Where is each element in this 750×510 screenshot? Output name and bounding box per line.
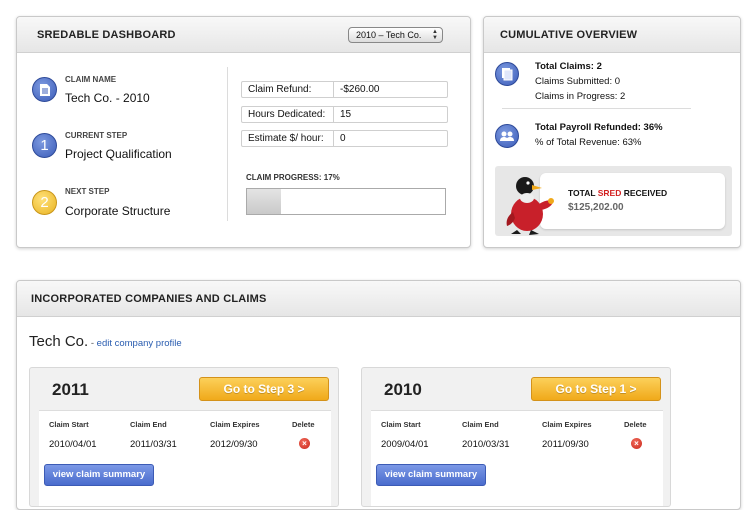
field-label: Claim Refund: — [248, 84, 312, 95]
view-claim-summary-button[interactable]: view claim summary — [376, 464, 486, 486]
column-header: Claim Start — [381, 420, 421, 429]
claim-progress-fill — [247, 189, 281, 214]
claim-expires: 2011/09/30 — [542, 439, 589, 450]
next-step-label: NEXT STEP — [65, 187, 110, 196]
claim-card: 2010 Go to Step 1 > Claim Start Claim En… — [361, 367, 671, 507]
dashboard-title: SREDABLE DASHBOARD — [37, 29, 176, 41]
payroll-refunded: Total Payroll Refunded: 36% — [535, 122, 663, 133]
claim-progress-label: CLAIM PROGRESS: 17% — [246, 173, 340, 182]
penguin-mascot — [506, 177, 554, 235]
chevron-updown-icon: ▲ ▼ — [432, 29, 438, 41]
step-number-icon: 2 — [32, 190, 57, 215]
column-header: Claim Expires — [210, 420, 260, 429]
go-to-step-button[interactable]: Go to Step 3 > — [199, 377, 329, 401]
column-header: Claim End — [462, 420, 499, 429]
sred-received-title: TOTAL SRED RECEIVED — [568, 188, 668, 198]
delete-icon[interactable]: × — [631, 438, 642, 449]
claim-name-label: CLAIM NAME — [65, 75, 117, 84]
sred-received-box: TOTAL SRED RECEIVED $125,202.00 — [495, 166, 732, 236]
field-label: Hours Dedicated: — [248, 109, 326, 120]
claim-expires: 2012/09/30 — [210, 439, 258, 450]
divider — [502, 108, 691, 109]
claim-card: 2011 Go to Step 3 > Claim Start Claim En… — [29, 367, 339, 507]
step-number-icon: 1 — [32, 133, 57, 158]
claim-details: Claim Start Claim End Claim Expires Dele… — [371, 410, 663, 506]
divider — [227, 67, 228, 221]
claim-progress-bar — [246, 188, 446, 215]
current-step-label: CURRENT STEP — [65, 131, 128, 140]
next-step: Corporate Structure — [65, 204, 171, 218]
hours-dedicated-field: Hours Dedicated: 15 — [241, 106, 448, 123]
claim-end: 2010/03/31 — [462, 439, 510, 450]
cumulative-overview-panel: CUMULATIVE OVERVIEW Total Claims: 2 Clai… — [483, 16, 741, 248]
claims-in-progress: Claims in Progress: 2 — [535, 91, 626, 102]
column-header: Claim Expires — [542, 420, 592, 429]
pct-total-revenue: % of Total Revenue: 63% — [535, 137, 642, 148]
claim-refund-field: Claim Refund: -$260.00 — [241, 81, 448, 98]
companies-header: INCORPORATED COMPANIES AND CLAIMS — [17, 281, 740, 317]
claim-select[interactable]: 2010 – Tech Co. ▲ ▼ — [348, 27, 443, 43]
sred-received-amount: $125,202.00 — [568, 202, 624, 213]
company-name: Tech Co. — [29, 333, 89, 350]
overview-title: CUMULATIVE OVERVIEW — [500, 29, 638, 41]
edit-company-profile-link[interactable]: edit company profile — [97, 338, 182, 349]
total-claims: Total Claims: 2 — [535, 61, 602, 72]
claim-name: Tech Co. - 2010 — [65, 91, 150, 105]
claim-details: Claim Start Claim End Claim Expires Dele… — [39, 410, 331, 506]
group-icon — [495, 124, 519, 148]
sred-received-card: TOTAL SRED RECEIVED $125,202.00 — [540, 173, 725, 229]
field-value: -$260.00 — [340, 84, 380, 95]
estimate-hour-field: Estimate $/ hour: 0 — [241, 130, 448, 147]
column-header: Delete — [292, 420, 315, 429]
field-label: Estimate $/ hour: — [248, 133, 324, 144]
column-header: Claim Start — [49, 420, 89, 429]
claim-select-value: 2010 – Tech Co. — [356, 30, 422, 40]
claim-year: 2010 — [384, 380, 422, 399]
current-step: Project Qualification — [65, 147, 172, 161]
claim-start: 2009/04/01 — [381, 439, 429, 450]
company-heading: Tech Co. - edit company profile — [29, 333, 182, 350]
column-header: Claim End — [130, 420, 167, 429]
column-header: Delete — [624, 420, 647, 429]
delete-icon[interactable]: × — [299, 438, 310, 449]
dashboard-panel: SREDABLE DASHBOARD 2010 – Tech Co. ▲ ▼ CL… — [16, 16, 471, 248]
field-value: 0 — [340, 133, 346, 144]
documents-icon — [495, 62, 519, 86]
claim-start: 2010/04/01 — [49, 439, 97, 450]
claim-end: 2011/03/31 — [130, 439, 177, 450]
view-claim-summary-button[interactable]: view claim summary — [44, 464, 154, 486]
overview-header: CUMULATIVE OVERVIEW — [484, 17, 740, 53]
companies-panel: INCORPORATED COMPANIES AND CLAIMS Tech C… — [16, 280, 741, 510]
claim-year: 2011 — [52, 380, 89, 399]
document-icon — [32, 77, 57, 102]
go-to-step-button[interactable]: Go to Step 1 > — [531, 377, 661, 401]
dashboard-header: SREDABLE DASHBOARD 2010 – Tech Co. ▲ ▼ — [17, 17, 470, 53]
companies-title: INCORPORATED COMPANIES AND CLAIMS — [31, 293, 267, 305]
claims-submitted: Claims Submitted: 0 — [535, 76, 621, 87]
field-value: 15 — [340, 109, 352, 120]
